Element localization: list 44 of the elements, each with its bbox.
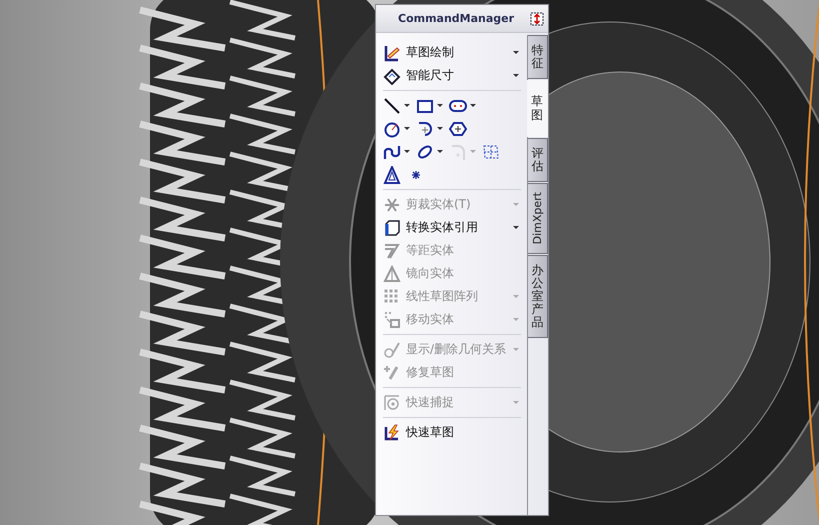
circle-icon bbox=[383, 120, 401, 138]
panel-tab[interactable]: 草图 bbox=[527, 80, 548, 137]
dropdown-caret-icon[interactable] bbox=[513, 226, 520, 229]
panel-title: CommandManager bbox=[398, 12, 514, 25]
dropdown-caret-icon[interactable] bbox=[470, 104, 476, 107]
command-label: 移动实体 bbox=[406, 311, 455, 328]
command-item[interactable]: 智能尺寸 bbox=[383, 64, 522, 87]
dropdown-caret-icon[interactable] bbox=[513, 51, 520, 54]
ellipse-icon bbox=[416, 142, 434, 160]
dropdown-caret-icon[interactable] bbox=[437, 127, 443, 130]
panel-tab[interactable]: 评估 bbox=[528, 138, 548, 182]
sketch-tool-button[interactable] bbox=[416, 120, 443, 138]
command-label: 智能尺寸 bbox=[406, 67, 455, 84]
command-label: 快速草图 bbox=[406, 424, 455, 441]
command-item[interactable]: 快速草图 bbox=[383, 421, 522, 444]
command-item[interactable]: 转换实体引用 bbox=[383, 216, 522, 239]
sketch-tool-button[interactable] bbox=[416, 142, 443, 160]
sketch-tool-button[interactable] bbox=[449, 120, 467, 138]
command-label: 快速捕捉 bbox=[406, 394, 455, 411]
command-item[interactable]: 草图绘制 bbox=[383, 41, 522, 64]
pencil-icon bbox=[383, 44, 401, 62]
command-label: 草图绘制 bbox=[406, 44, 455, 61]
command-label: 显示/删除几何关系 bbox=[406, 341, 506, 358]
dropdown-caret-icon[interactable] bbox=[437, 104, 443, 107]
sketch-tool-button[interactable] bbox=[383, 120, 410, 138]
collapse-icon[interactable] bbox=[530, 12, 544, 26]
dropdown-caret-icon[interactable] bbox=[437, 150, 443, 153]
command-label: 等距实体 bbox=[406, 242, 455, 259]
dropdown-caret-icon[interactable] bbox=[404, 104, 410, 107]
command-label: 线性草图阵列 bbox=[406, 288, 479, 305]
command-label: 镜向实体 bbox=[406, 265, 455, 282]
dropdown-caret-icon[interactable] bbox=[404, 150, 410, 153]
command-label: 修复草图 bbox=[406, 364, 455, 381]
command-label: 剪裁实体(T) bbox=[406, 196, 472, 213]
dropdown-caret-icon[interactable] bbox=[513, 74, 520, 77]
panel-tab[interactable]: DimXpert bbox=[528, 183, 548, 254]
dropdown-caret-icon[interactable] bbox=[404, 127, 410, 130]
mirror-icon bbox=[383, 264, 401, 282]
sketch-tool-button[interactable] bbox=[383, 96, 410, 114]
panel-tab[interactable]: 特征 bbox=[528, 35, 548, 80]
line-icon bbox=[383, 96, 401, 114]
command-label: 转换实体引用 bbox=[406, 219, 479, 236]
panel-tab[interactable]: 办公室产品 bbox=[528, 254, 548, 338]
poly-icon bbox=[449, 120, 467, 138]
